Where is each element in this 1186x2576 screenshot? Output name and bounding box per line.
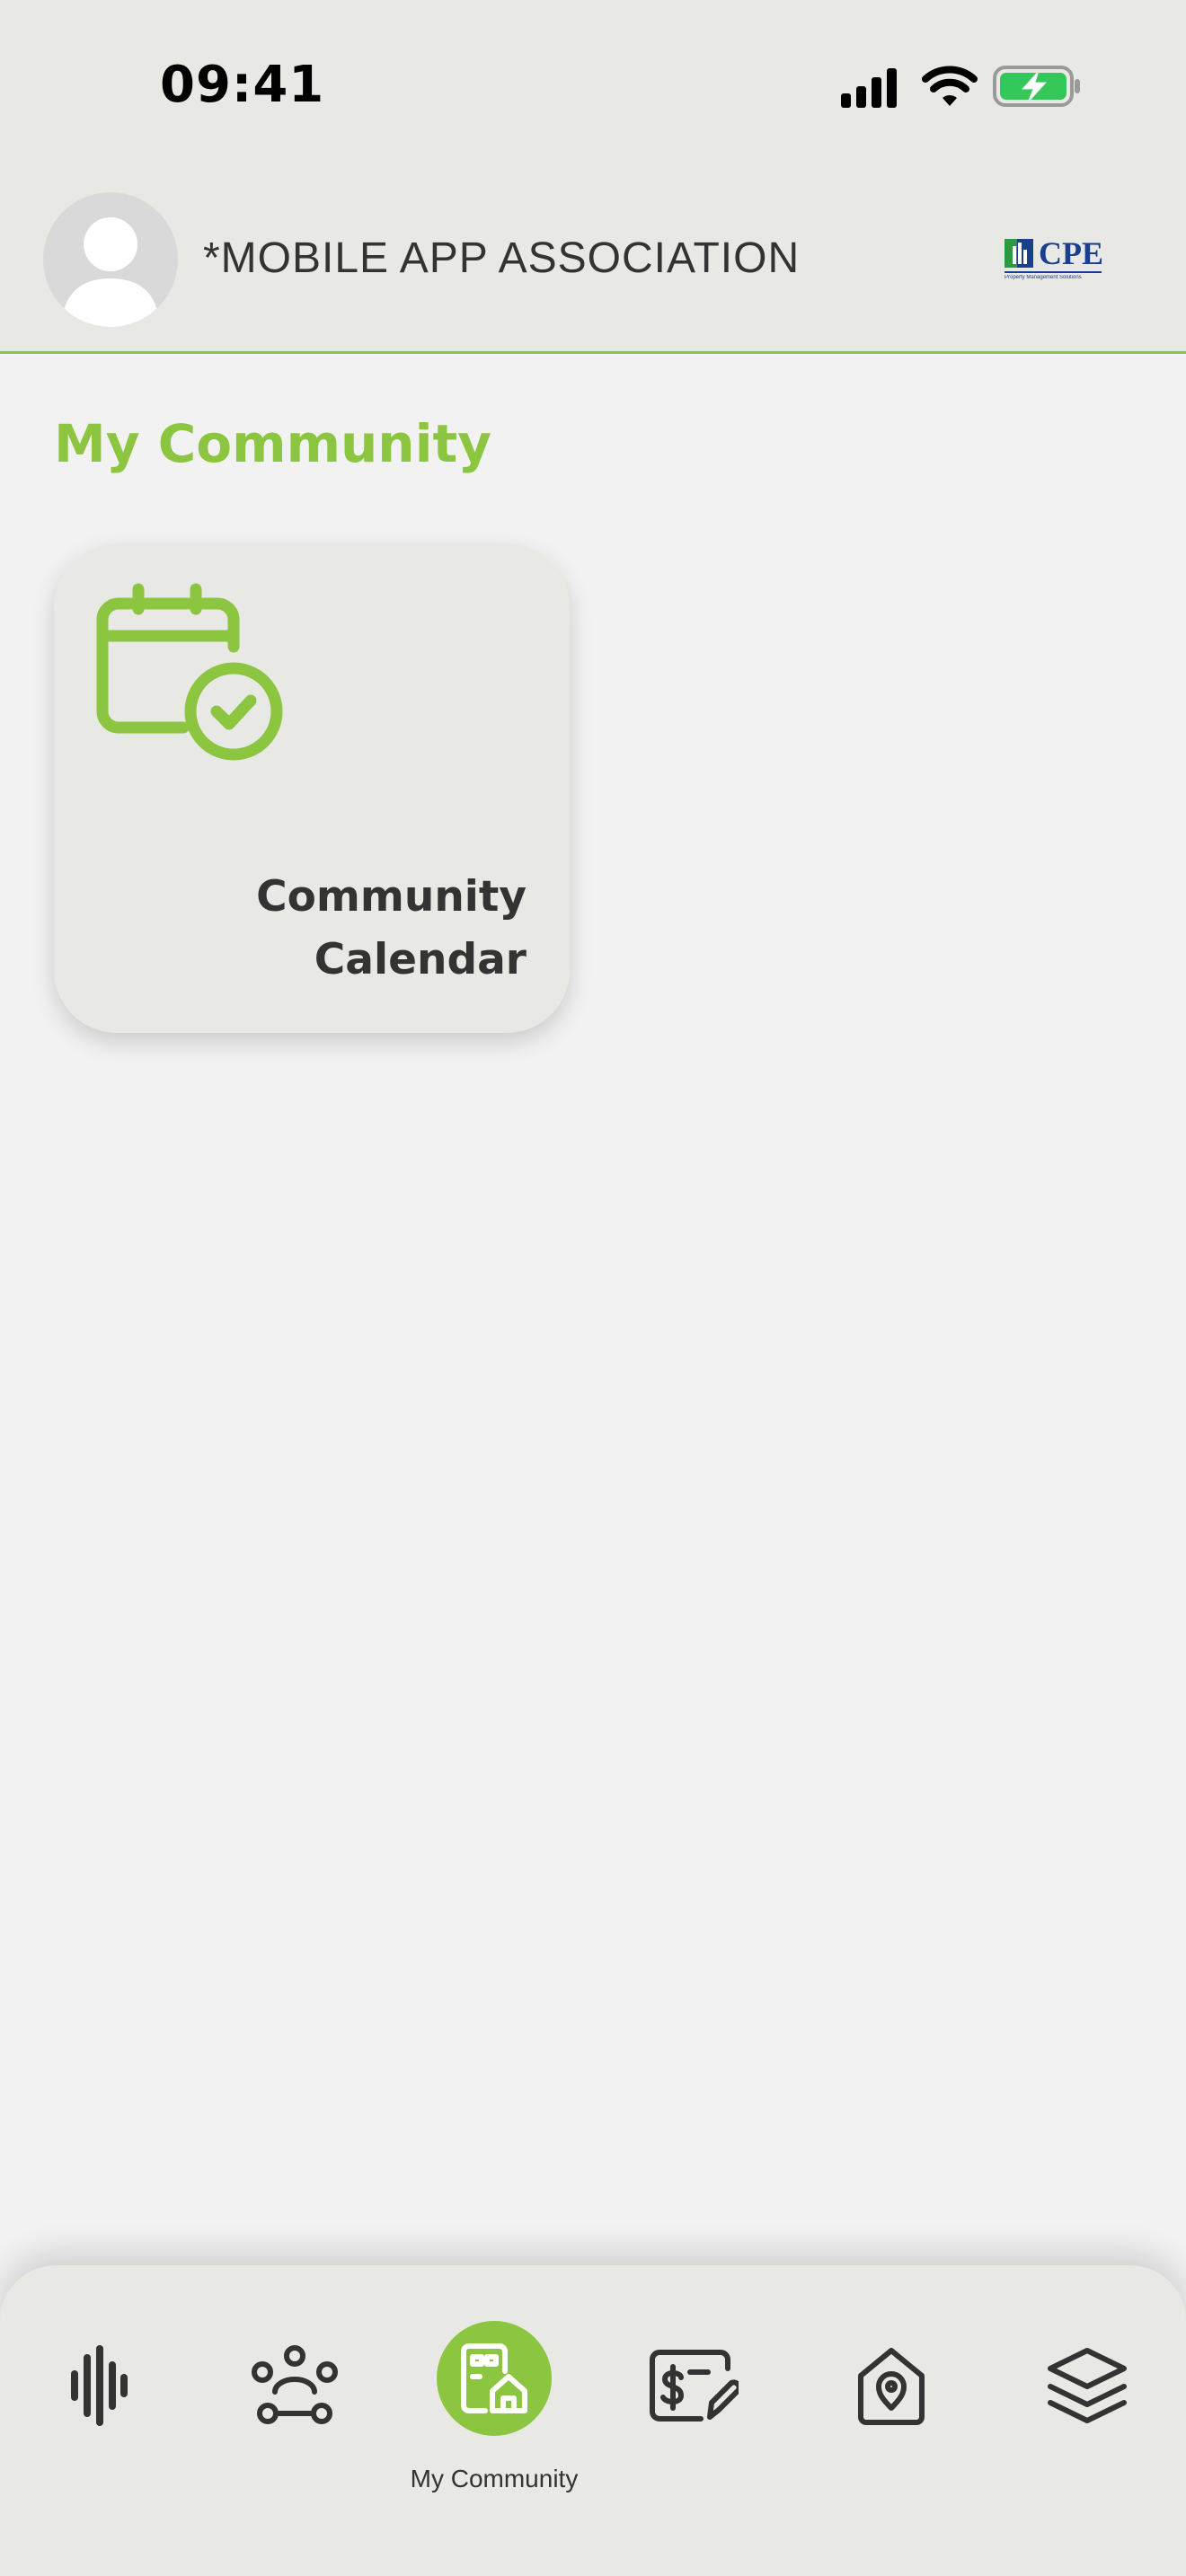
nav-item-my-community[interactable] [437, 2321, 552, 2436]
community-calendar-tile[interactable]: Community Calendar [54, 544, 570, 1033]
brand-name: CPE [1039, 235, 1103, 271]
nav-item-payments[interactable] [631, 2323, 757, 2448]
association-name[interactable]: *MOBILE APP ASSOCIATION [203, 234, 800, 283]
cellular-signal-icon [841, 68, 897, 108]
status-time: 09:41 [160, 56, 325, 114]
nav-item-more[interactable] [1024, 2323, 1150, 2448]
home-location-icon [858, 2348, 925, 2425]
community-building-icon [461, 2343, 527, 2413]
battery-charging-icon [993, 66, 1080, 107]
nav-item-my-property[interactable] [828, 2323, 954, 2448]
nav-item-directory[interactable] [232, 2323, 358, 2448]
wifi-icon [922, 66, 978, 106]
user-silhouette-icon [61, 217, 160, 327]
layers-icon [1048, 2348, 1127, 2423]
status-bar: 09:41 [0, 0, 1186, 180]
bottom-navigation: My Community [0, 2265, 1186, 2576]
brand-mark-icon [1005, 239, 1033, 268]
brand-logo: CPE Property Management Solutions [1005, 235, 1103, 286]
nav-active-label: My Community [410, 2465, 579, 2492]
avatar[interactable] [43, 192, 178, 327]
brand-rule [1005, 271, 1102, 273]
page-title: My Community [54, 413, 491, 474]
calendar-check-icon [96, 583, 283, 761]
app-header: *MOBILE APP ASSOCIATION CPE Property Man… [0, 180, 1186, 354]
brand-tagline: Property Management Solutions [1005, 275, 1082, 280]
tile-label: Community Calendar [256, 872, 527, 984]
waveform-icon [71, 2345, 128, 2426]
dollar-edit-icon [650, 2350, 739, 2422]
people-network-icon [252, 2345, 338, 2424]
nav-item-activity[interactable] [36, 2323, 162, 2448]
